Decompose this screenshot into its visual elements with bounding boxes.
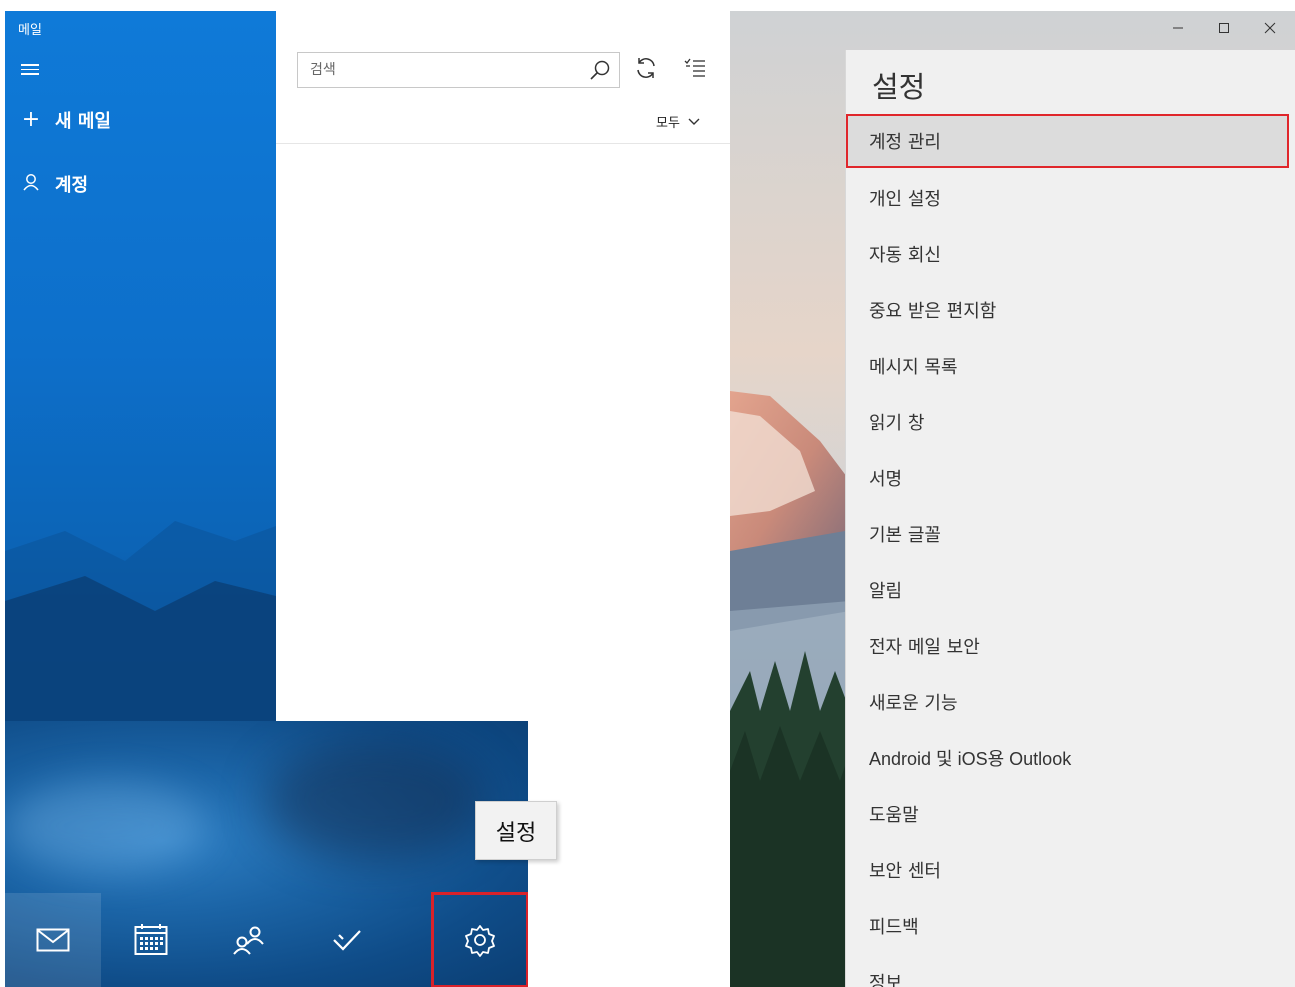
settings-item-personalization[interactable]: 개인 설정 (846, 170, 1295, 226)
search-box (297, 52, 620, 88)
mail-icon (36, 928, 70, 952)
settings-item-trust-center[interactable]: 보안 센터 (846, 842, 1295, 898)
settings-item-feedback[interactable]: 피드백 (846, 898, 1295, 954)
minimize-icon (1173, 27, 1183, 29)
settings-button[interactable] (431, 892, 528, 987)
settings-item-whats-new[interactable]: 새로운 기능 (846, 674, 1295, 730)
people-icon (233, 926, 264, 955)
mail-app-button[interactable] (5, 893, 101, 987)
people-app-button[interactable] (201, 893, 297, 987)
settings-item-default-font[interactable]: 기본 글꼴 (846, 506, 1295, 562)
maximize-icon (1219, 23, 1229, 33)
close-icon (1264, 22, 1276, 34)
new-mail-label: 새 메일 (55, 111, 111, 132)
settings-title: 설정 (872, 70, 926, 104)
message-list-pane: 모두 (276, 11, 730, 721)
app-switcher-bar (5, 721, 528, 987)
settings-item-focused-inbox[interactable]: 중요 받은 편지함 (846, 282, 1295, 338)
settings-item-reading-pane[interactable]: 읽기 창 (846, 394, 1295, 450)
settings-item-manage-accounts[interactable]: 계정 관리 (846, 114, 1289, 168)
accounts-button[interactable]: 계정 (21, 171, 88, 197)
search-icon[interactable] (589, 59, 611, 85)
nav-background-mountains (5, 521, 276, 741)
settings-tooltip: 설정 (475, 801, 557, 860)
selection-mode-icon[interactable] (684, 57, 706, 81)
settings-list: 계정 관리 개인 설정 자동 회신 중요 받은 편지함 메시지 목록 읽기 창 … (846, 114, 1295, 987)
settings-item-about[interactable]: 정보 (846, 954, 1295, 987)
filter-dropdown[interactable]: 모두 (656, 112, 700, 131)
calendar-app-button[interactable] (103, 893, 199, 987)
todo-icon (333, 930, 361, 951)
minimize-button[interactable] (1155, 11, 1201, 45)
close-button[interactable] (1247, 11, 1293, 45)
settings-item-signature[interactable]: 서명 (846, 450, 1295, 506)
settings-item-email-security[interactable]: 전자 메일 보안 (846, 618, 1295, 674)
todo-app-button[interactable] (299, 893, 395, 987)
settings-pane: 설정 계정 관리 개인 설정 자동 회신 중요 받은 편지함 메시지 목록 읽기… (845, 50, 1295, 987)
window-titlebar (730, 11, 1295, 45)
sync-icon[interactable] (634, 56, 658, 84)
maximize-button[interactable] (1201, 11, 1247, 45)
settings-item-message-list[interactable]: 메시지 목록 (846, 338, 1295, 394)
search-input[interactable] (298, 53, 578, 87)
settings-item-notifications[interactable]: 알림 (846, 562, 1295, 618)
hamburger-menu-icon[interactable] (21, 61, 39, 77)
new-mail-button[interactable]: + 새 메일 (21, 107, 111, 133)
plus-icon: + (21, 107, 41, 132)
settings-item-automatic-replies[interactable]: 자동 회신 (846, 226, 1295, 282)
accounts-label: 계정 (55, 175, 89, 196)
calendar-icon (134, 924, 168, 955)
gear-icon (465, 925, 495, 957)
list-divider (276, 143, 730, 144)
chevron-down-icon (688, 118, 700, 125)
settings-item-outlook-mobile[interactable]: Android 및 iOS용 Outlook (846, 730, 1295, 786)
person-icon (21, 173, 41, 196)
filter-label: 모두 (656, 116, 680, 131)
app-title: 메일 (18, 23, 42, 38)
settings-item-help[interactable]: 도움말 (846, 786, 1295, 842)
